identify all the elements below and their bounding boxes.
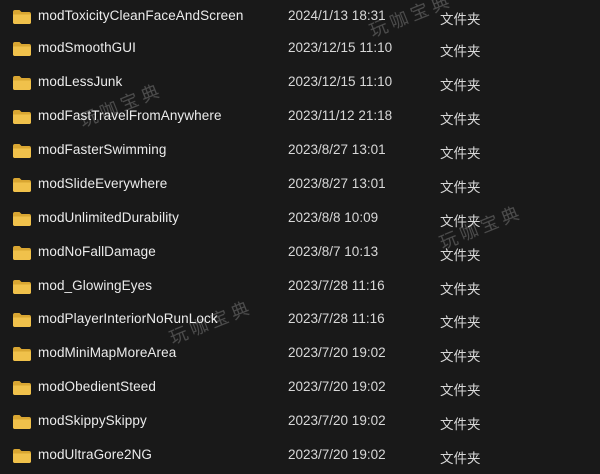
folder-icon: [13, 76, 31, 90]
folder-icon: [13, 381, 31, 395]
file-name: modNoFallDamage: [38, 244, 156, 259]
file-name: modSlideEverywhere: [38, 176, 168, 191]
file-date: 2023/12/15 11:10: [288, 40, 393, 55]
list-item[interactable]: mod_GlowingEyes 2023/7/28 11:16 文件夹: [0, 270, 600, 304]
file-name: modPlayerInteriorNoRunLock: [38, 311, 218, 326]
file-type: 文件夹: [440, 417, 481, 433]
file-name: modLessJunk: [38, 74, 123, 89]
list-item[interactable]: modPlayerInteriorNoRunLock 2023/7/28 11:…: [0, 303, 600, 337]
list-item[interactable]: modSmoothGUI 2023/12/15 11:10 文件夹: [0, 32, 600, 66]
folder-icon: [13, 178, 31, 192]
file-type: 文件夹: [440, 282, 481, 298]
list-item[interactable]: modSlideEverywhere 2023/8/27 13:01 文件夹: [0, 168, 600, 202]
file-date: 2023/12/15 11:10: [288, 74, 393, 89]
file-date: 2024/1/13 18:31: [288, 8, 386, 23]
list-item[interactable]: modUltraGore2NG 2023/7/20 19:02 文件夹: [0, 439, 600, 473]
file-date: 2023/11/12 21:18: [288, 108, 393, 123]
file-type: 文件夹: [440, 78, 481, 94]
list-item[interactable]: modFastTravelFromAnywhere 2023/11/12 21:…: [0, 100, 600, 134]
folder-icon: [13, 415, 31, 429]
file-name: modToxicityCleanFaceAndScreen: [38, 8, 244, 23]
file-name: modFasterSwimming: [38, 142, 167, 157]
list-item[interactable]: modLessJunk 2023/12/15 11:10 文件夹: [0, 66, 600, 100]
file-name: modUltraGore2NG: [38, 447, 153, 462]
file-date: 2023/8/27 13:01: [288, 176, 386, 191]
list-item[interactable]: modMiniMapMoreArea 2023/7/20 19:02 文件夹: [0, 337, 600, 371]
file-type: 文件夹: [440, 180, 481, 196]
file-type: 文件夹: [440, 12, 481, 28]
folder-icon: [13, 280, 31, 294]
file-type: 文件夹: [440, 44, 481, 60]
list-item[interactable]: modNoFallDamage 2023/8/7 10:13 文件夹: [0, 236, 600, 270]
file-type: 文件夹: [440, 315, 481, 331]
file-name: modUnlimitedDurability: [38, 210, 179, 225]
folder-icon: [13, 144, 31, 158]
folder-icon: [13, 110, 31, 124]
file-date: 2023/7/28 11:16: [288, 311, 385, 326]
file-list: modToxicityCleanFaceAndScreen 2024/1/13 …: [0, 0, 600, 474]
file-date: 2023/7/20 19:02: [288, 345, 386, 360]
file-date: 2023/8/7 10:13: [288, 244, 379, 259]
file-name: modMiniMapMoreArea: [38, 345, 177, 360]
list-item[interactable]: modUnlimitedDurability 2023/8/8 10:09 文件…: [0, 202, 600, 236]
file-date: 2023/8/8 10:09: [288, 210, 379, 225]
file-name: modObedientSteed: [38, 379, 156, 394]
list-item[interactable]: modObedientSteed 2023/7/20 19:02 文件夹: [0, 371, 600, 405]
file-date: 2023/7/20 19:02: [288, 447, 386, 462]
folder-icon: [13, 313, 31, 327]
folder-icon: [13, 10, 31, 24]
folder-icon: [13, 449, 31, 463]
file-date: 2023/7/28 11:16: [288, 278, 385, 293]
file-type: 文件夹: [440, 214, 481, 230]
file-name: modFastTravelFromAnywhere: [38, 108, 222, 123]
list-item[interactable]: modFasterSwimming 2023/8/27 13:01 文件夹: [0, 134, 600, 168]
file-type: 文件夹: [440, 349, 481, 365]
file-name: mod_GlowingEyes: [38, 278, 153, 293]
folder-icon: [13, 347, 31, 361]
list-item[interactable]: modToxicityCleanFaceAndScreen 2024/1/13 …: [0, 0, 600, 34]
file-type: 文件夹: [440, 146, 481, 162]
file-name: modSkippySkippy: [38, 413, 147, 428]
file-type: 文件夹: [440, 112, 481, 128]
file-date: 2023/7/20 19:02: [288, 413, 386, 428]
file-type: 文件夹: [440, 383, 481, 399]
file-type: 文件夹: [440, 248, 481, 264]
list-item[interactable]: modSkippySkippy 2023/7/20 19:02 文件夹: [0, 405, 600, 439]
folder-icon: [13, 246, 31, 260]
file-date: 2023/7/20 19:02: [288, 379, 386, 394]
folder-icon: [13, 212, 31, 226]
file-name: modSmoothGUI: [38, 40, 136, 55]
folder-icon: [13, 42, 31, 56]
file-type: 文件夹: [440, 451, 481, 467]
file-date: 2023/8/27 13:01: [288, 142, 386, 157]
